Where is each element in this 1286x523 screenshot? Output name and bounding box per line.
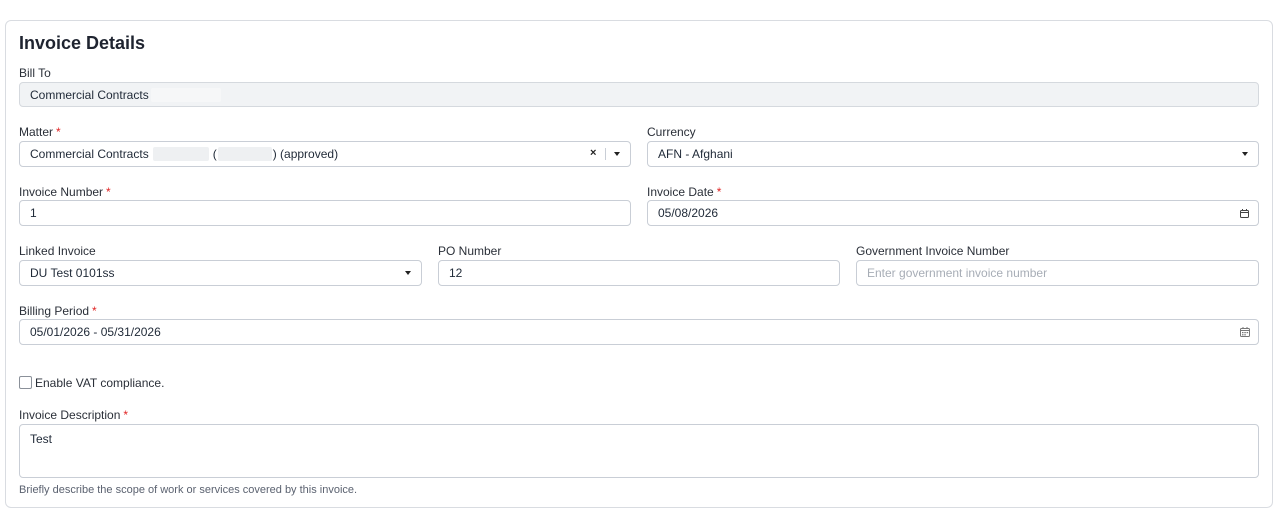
billing-period-input[interactable]: 05/01/2026 - 05/31/2026 (19, 319, 1259, 345)
invoice-date-value: 05/08/2026 (658, 206, 719, 220)
invoice-number-value: 1 (30, 206, 37, 220)
billing-period-label: Billing Period * (19, 304, 97, 318)
linked-invoice-value: DU Test 0101ss (30, 266, 115, 280)
invoice-number-label: Invoice Number * (19, 185, 111, 199)
redacted-text (152, 147, 209, 161)
po-number-input[interactable]: 12 (438, 260, 840, 286)
linked-invoice-select[interactable]: DU Test 0101ss (19, 260, 422, 286)
gov-invoice-number-placeholder: Enter government invoice number (867, 266, 1048, 280)
matter-label-text: Matter (19, 125, 54, 139)
matter-value-suffix: ) (approved) (272, 147, 339, 161)
select-divider (605, 148, 606, 160)
calendar-icon[interactable] (1240, 327, 1250, 337)
gov-invoice-number-input[interactable]: Enter government invoice number (856, 260, 1259, 286)
matter-paren-open: ( (212, 147, 217, 161)
invoice-description-label-text: Invoice Description (19, 408, 121, 422)
caret-down-icon[interactable] (614, 152, 620, 156)
required-asterisk: * (56, 125, 61, 139)
billing-period-label-text: Billing Period (19, 304, 90, 318)
po-number-label: PO Number (438, 244, 502, 258)
matter-value-prefix: Commercial Contracts (30, 147, 149, 161)
invoice-description-textarea[interactable]: Test (19, 424, 1259, 478)
caret-down-icon[interactable] (405, 271, 411, 275)
currency-label: Currency (647, 125, 696, 139)
required-asterisk: * (92, 304, 97, 318)
invoice-number-input[interactable]: 1 (19, 200, 631, 226)
bill-to-field: Commercial Contracts (19, 82, 1259, 107)
bill-to-label: Bill To (19, 66, 51, 80)
invoice-date-input[interactable]: 05/08/2026 (647, 200, 1259, 226)
redacted-text (150, 87, 221, 102)
invoice-number-label-text: Invoice Number (19, 185, 104, 199)
page-title: Invoice Details (19, 33, 146, 53)
billing-period-value: 05/01/2026 - 05/31/2026 (30, 325, 161, 339)
currency-value: AFN - Afghani (658, 147, 733, 161)
bill-to-value: Commercial Contracts (30, 87, 149, 102)
calendar-icon[interactable] (1240, 209, 1249, 218)
invoice-description-help: Briefly describe the scope of work or se… (19, 484, 358, 496)
required-asterisk: * (106, 185, 111, 199)
invoice-description-label: Invoice Description * (19, 408, 128, 422)
currency-select[interactable]: AFN - Afghani (647, 141, 1259, 167)
redacted-text (217, 147, 272, 161)
matter-label: Matter * (19, 125, 61, 139)
invoice-date-label: Invoice Date * (647, 185, 721, 199)
po-number-value: 12 (449, 266, 463, 280)
required-asterisk: * (123, 408, 129, 422)
matter-select[interactable]: Commercial Contracts ( ) (approved) (19, 141, 631, 167)
vat-label[interactable]: Enable VAT compliance. (35, 376, 164, 390)
caret-down-icon[interactable] (1242, 152, 1248, 156)
close-icon[interactable]: × (590, 148, 596, 159)
invoice-date-label-text: Invoice Date (647, 185, 714, 199)
linked-invoice-label: Linked Invoice (19, 244, 96, 258)
required-asterisk: * (716, 185, 722, 199)
vat-checkbox[interactable] (19, 376, 32, 389)
invoice-description-value: Test (30, 432, 53, 446)
gov-invoice-number-label: Government Invoice Number (856, 244, 1010, 258)
